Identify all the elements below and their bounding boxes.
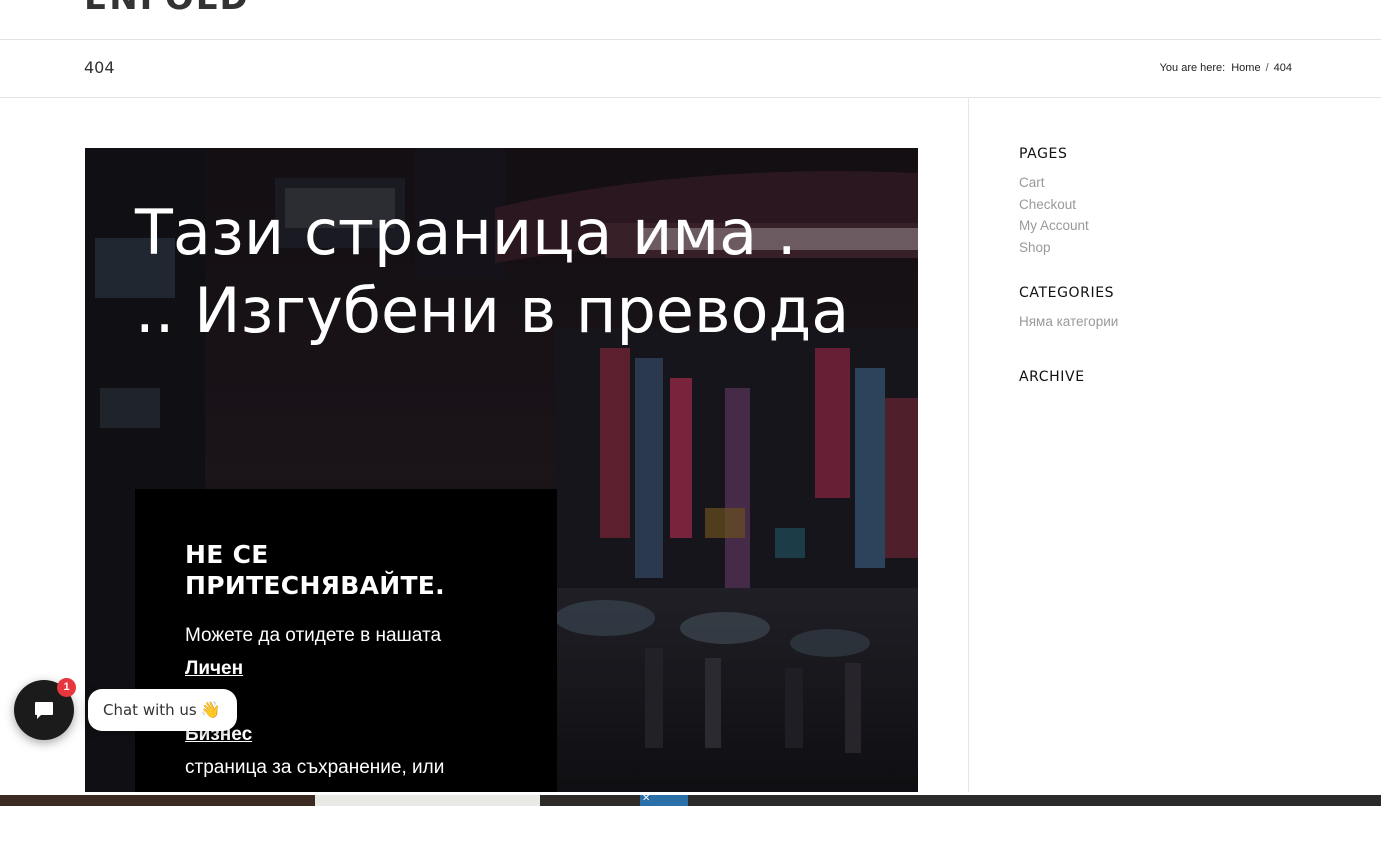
breadcrumb-current: 404 [1273,62,1292,74]
bottom-ad-strip: ✕ [0,795,1381,806]
checkout-link[interactable]: Checkout [1019,197,1076,212]
cart-link[interactable]: Cart [1019,175,1045,190]
chat-with-us-button[interactable]: Chat with us 👋 [88,689,237,731]
personal-storage-link[interactable]: Личен [185,652,515,685]
hero-box-line2: страница за съхранение, или [185,757,445,778]
hero-box-heading: НЕ СЕ ПРИТЕСНЯВАЙТЕ. [185,540,445,600]
categories-widget: CATEGORIES Няма категории [1019,285,1118,333]
list-item: My Account [1019,215,1089,237]
title-bar: 404 You are here: Home / 404 [0,40,1381,98]
waving-hand-icon: 👋 [200,700,221,719]
close-ad-icon[interactable]: ✕ [642,795,650,804]
categories-widget-title: CATEGORIES [1019,285,1115,301]
archive-widget-title: ARCHIVE [1019,369,1085,385]
breadcrumb-home-link[interactable]: Home [1231,62,1260,74]
page-title: 404 [84,58,115,77]
pages-list: Cart Checkout My Account Shop [1019,172,1089,258]
sidebar-divider [968,98,969,792]
chat-label: Chat with us [103,701,197,719]
hero-title: Тази страница има . .. Изгубени в превод… [135,196,850,347]
site-header: ENFOLD [0,0,1381,40]
my-account-link[interactable]: My Account [1019,218,1089,233]
list-item: Shop [1019,237,1089,259]
chat-unread-badge: 1 [57,678,76,697]
list-item: Cart [1019,172,1089,194]
hero-message-box: НЕ СЕ ПРИТЕСНЯВАЙТЕ. Можете да отидете в… [135,489,557,792]
breadcrumb: You are here: Home / 404 [1160,62,1292,74]
breadcrumb-prefix: You are here: [1159,62,1226,74]
shop-link[interactable]: Shop [1019,240,1051,255]
list-item: Няма категории [1019,314,1119,329]
breadcrumb-separator: / [1265,62,1269,74]
site-logo[interactable]: ENFOLD [84,0,250,18]
archive-widget: ARCHIVE [1019,369,1085,389]
pages-widget: PAGES Cart Checkout My Account Shop [1019,146,1089,258]
list-item: Checkout [1019,194,1089,216]
chat-bubble-icon [35,702,53,719]
pages-widget-title: PAGES [1019,146,1068,162]
categories-list: Няма категории [1019,311,1118,333]
hero-box-line1: Можете да отидете в нашата [185,625,442,646]
